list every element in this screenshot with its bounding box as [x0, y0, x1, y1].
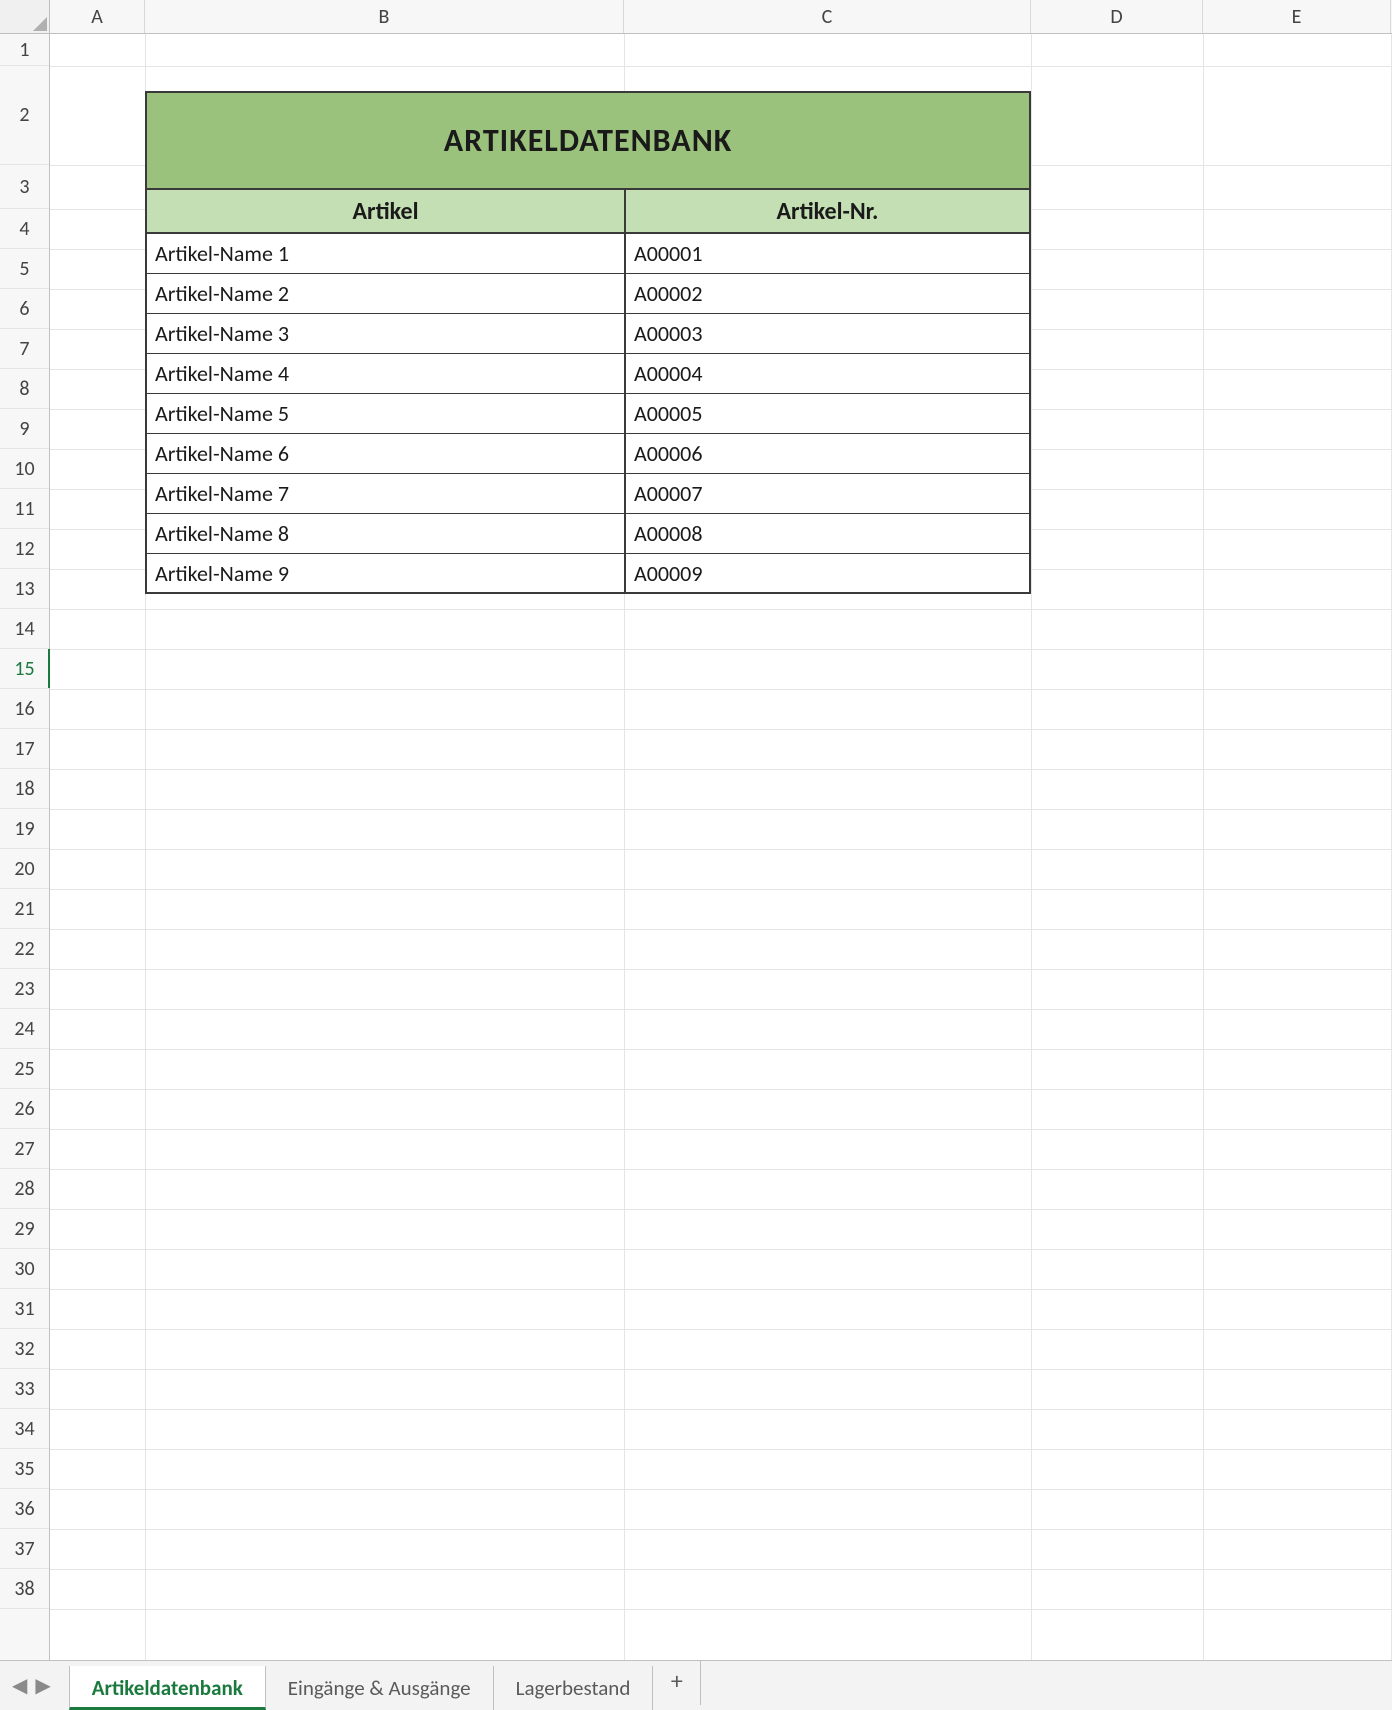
- column-headers: ABCDE: [50, 0, 1392, 34]
- cell-article-nr[interactable]: A00009: [624, 554, 1031, 594]
- row-header-13[interactable]: 13: [0, 569, 49, 609]
- cell-article-nr[interactable]: A00004: [624, 354, 1031, 394]
- table-row[interactable]: Artikel-Name 5A00005: [145, 394, 1031, 434]
- cell-article-nr[interactable]: A00005: [624, 394, 1031, 434]
- row-header-37[interactable]: 37: [0, 1529, 49, 1569]
- spreadsheet: ABCDE 1234567891011121314151617181920212…: [0, 0, 1392, 1660]
- column-header-E[interactable]: E: [1203, 0, 1391, 33]
- row-header-4[interactable]: 4: [0, 209, 49, 249]
- row-header-24[interactable]: 24: [0, 1009, 49, 1049]
- row-header-9[interactable]: 9: [0, 409, 49, 449]
- sheet-tab-bar: ◀ ▶ ArtikeldatenbankEingänge & AusgängeL…: [0, 1660, 1392, 1710]
- row-headers: 1234567891011121314151617181920212223242…: [0, 34, 50, 1660]
- column-header-C[interactable]: C: [624, 0, 1031, 33]
- grid-area[interactable]: ARTIKELDATENBANK Artikel Artikel-Nr. Art…: [50, 34, 1392, 1660]
- column-header-B[interactable]: B: [145, 0, 624, 33]
- table-row[interactable]: Artikel-Name 8A00008: [145, 514, 1031, 554]
- table-row[interactable]: Artikel-Name 7A00007: [145, 474, 1031, 514]
- row-header-35[interactable]: 35: [0, 1449, 49, 1489]
- sheet-nav-prev-icon[interactable]: ◀: [12, 1673, 27, 1698]
- table-row[interactable]: Artikel-Name 9A00009: [145, 554, 1031, 594]
- row-header-16[interactable]: 16: [0, 689, 49, 729]
- row-header-3[interactable]: 3: [0, 165, 49, 209]
- row-header-25[interactable]: 25: [0, 1049, 49, 1089]
- cell-article-nr[interactable]: A00007: [624, 474, 1031, 514]
- sheet-tab[interactable]: Lagerbestand: [494, 1666, 654, 1710]
- sheet-nav-buttons: ◀ ▶: [0, 1661, 69, 1710]
- cell-article-nr[interactable]: A00003: [624, 314, 1031, 354]
- row-header-1[interactable]: 1: [0, 34, 49, 66]
- cell-article-name[interactable]: Artikel-Name 1: [145, 234, 624, 274]
- cell-article-name[interactable]: Artikel-Name 3: [145, 314, 624, 354]
- table-title[interactable]: ARTIKELDATENBANK: [145, 91, 1031, 190]
- row-header-23[interactable]: 23: [0, 969, 49, 1009]
- table-header-row: Artikel Artikel-Nr.: [145, 190, 1031, 234]
- row-header-21[interactable]: 21: [0, 889, 49, 929]
- sheet-nav-next-icon[interactable]: ▶: [35, 1673, 50, 1698]
- table-body: Artikel-Name 1A00001Artikel-Name 2A00002…: [145, 234, 1031, 594]
- row-header-26[interactable]: 26: [0, 1089, 49, 1129]
- row-header-2[interactable]: 2: [0, 66, 49, 165]
- cell-article-nr[interactable]: A00008: [624, 514, 1031, 554]
- row-header-11[interactable]: 11: [0, 489, 49, 529]
- table-row[interactable]: Artikel-Name 4A00004: [145, 354, 1031, 394]
- cell-article-nr[interactable]: A00002: [624, 274, 1031, 314]
- select-all-corner[interactable]: [0, 0, 50, 34]
- row-header-5[interactable]: 5: [0, 249, 49, 289]
- row-header-34[interactable]: 34: [0, 1409, 49, 1449]
- table-row[interactable]: Artikel-Name 2A00002: [145, 274, 1031, 314]
- column-header-A[interactable]: A: [50, 0, 145, 33]
- row-header-31[interactable]: 31: [0, 1289, 49, 1329]
- row-header-8[interactable]: 8: [0, 369, 49, 409]
- row-header-15[interactable]: 15: [0, 649, 49, 689]
- row-header-20[interactable]: 20: [0, 849, 49, 889]
- row-header-17[interactable]: 17: [0, 729, 49, 769]
- row-header-6[interactable]: 6: [0, 289, 49, 329]
- cell-article-name[interactable]: Artikel-Name 7: [145, 474, 624, 514]
- article-database-table: ARTIKELDATENBANK Artikel Artikel-Nr. Art…: [145, 91, 1031, 594]
- row-header-30[interactable]: 30: [0, 1249, 49, 1289]
- sheet-tabs: ArtikeldatenbankEingänge & AusgängeLager…: [69, 1661, 654, 1710]
- row-header-32[interactable]: 32: [0, 1329, 49, 1369]
- sheet-tab[interactable]: Artikeldatenbank: [69, 1666, 266, 1710]
- cell-article-name[interactable]: Artikel-Name 9: [145, 554, 624, 594]
- column-header-article-nr[interactable]: Artikel-Nr.: [624, 190, 1031, 234]
- row-header-18[interactable]: 18: [0, 769, 49, 809]
- cell-article-name[interactable]: Artikel-Name 6: [145, 434, 624, 474]
- row-header-29[interactable]: 29: [0, 1209, 49, 1249]
- table-row[interactable]: Artikel-Name 6A00006: [145, 434, 1031, 474]
- row-header-14[interactable]: 14: [0, 609, 49, 649]
- table-row[interactable]: Artikel-Name 3A00003: [145, 314, 1031, 354]
- row-header-28[interactable]: 28: [0, 1169, 49, 1209]
- row-header-22[interactable]: 22: [0, 929, 49, 969]
- row-header-33[interactable]: 33: [0, 1369, 49, 1409]
- column-header-D[interactable]: D: [1031, 0, 1203, 33]
- sheet-tab[interactable]: Eingänge & Ausgänge: [266, 1666, 494, 1710]
- row-header-36[interactable]: 36: [0, 1489, 49, 1529]
- cell-article-name[interactable]: Artikel-Name 5: [145, 394, 624, 434]
- column-header-article[interactable]: Artikel: [145, 190, 624, 234]
- table-row[interactable]: Artikel-Name 1A00001: [145, 234, 1031, 274]
- cell-article-name[interactable]: Artikel-Name 4: [145, 354, 624, 394]
- cell-article-nr[interactable]: A00006: [624, 434, 1031, 474]
- row-header-7[interactable]: 7: [0, 329, 49, 369]
- row-header-27[interactable]: 27: [0, 1129, 49, 1169]
- row-header-12[interactable]: 12: [0, 529, 49, 569]
- row-header-38[interactable]: 38: [0, 1569, 49, 1609]
- row-header-10[interactable]: 10: [0, 449, 49, 489]
- cell-article-name[interactable]: Artikel-Name 8: [145, 514, 624, 554]
- row-header-19[interactable]: 19: [0, 809, 49, 849]
- cell-article-name[interactable]: Artikel-Name 2: [145, 274, 624, 314]
- cell-article-nr[interactable]: A00001: [624, 234, 1031, 274]
- add-sheet-button[interactable]: +: [653, 1661, 701, 1705]
